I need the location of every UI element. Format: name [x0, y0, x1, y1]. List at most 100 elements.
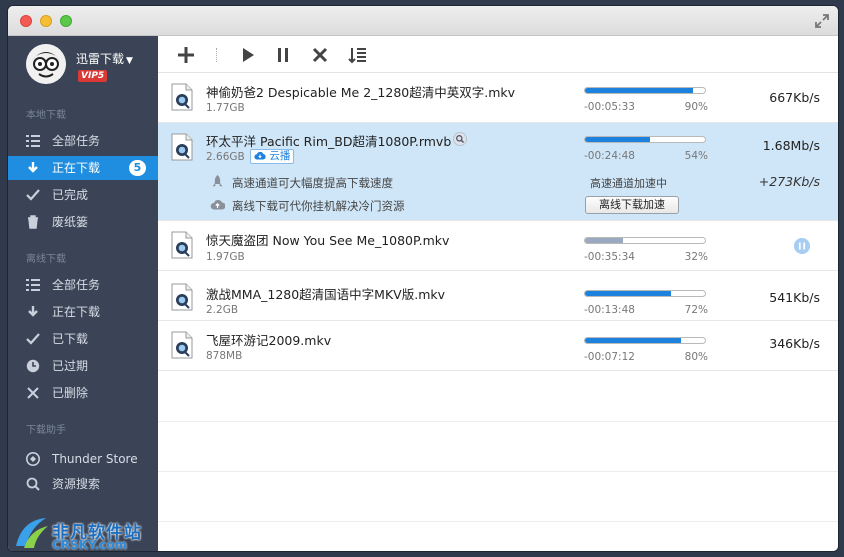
sidebar-item-label: 资源搜索	[52, 477, 101, 491]
empty-row-divider	[158, 421, 838, 422]
download-speed: 541Kb/s	[769, 290, 820, 305]
search-icon	[26, 477, 40, 491]
progress-fill	[585, 88, 693, 93]
video-file-icon	[171, 83, 193, 111]
check-icon	[26, 333, 40, 345]
progress-fill	[585, 137, 650, 142]
time-remaining: -00:35:34	[584, 251, 635, 263]
avatar[interactable]	[26, 44, 66, 84]
sidebar-item-label: 已完成	[52, 188, 89, 202]
watermark-logo-icon	[16, 518, 48, 548]
time-remaining: -00:07:12	[584, 351, 635, 363]
watermark: 非凡软件站 CRSKY.com	[8, 516, 158, 551]
cloud-icon	[254, 151, 266, 160]
x-icon	[27, 387, 39, 399]
progress-bar	[584, 237, 706, 244]
progress-fill	[585, 338, 681, 343]
sidebar-item-resource-search[interactable]: 资源搜索	[8, 472, 158, 496]
task-list-panel: 神偷奶爸2 Despicable Me 2_1280超清中英双字.mkv 1.7…	[158, 36, 838, 551]
sidebar-item-label: 正在下载	[52, 161, 101, 175]
sidebar-item-offline-downloading[interactable]: 正在下载	[8, 300, 158, 324]
chevron-down-icon: ▼	[126, 56, 133, 66]
cloud-play-label: 云播	[269, 150, 291, 162]
delete-button[interactable]	[310, 45, 330, 65]
search-icon[interactable]	[453, 132, 467, 146]
video-file-icon	[171, 331, 193, 359]
fullscreen-icon[interactable]	[814, 13, 830, 29]
file-size: 1.77GB	[206, 102, 245, 114]
percent-complete: 80%	[684, 351, 708, 363]
percent-complete: 32%	[684, 251, 708, 263]
user-menu[interactable]: 迅雷下载 ▼	[76, 50, 133, 67]
video-file-icon	[171, 231, 193, 259]
sort-button[interactable]	[348, 45, 368, 65]
accel-info-text: 高速通道可大幅度提高下载速度	[232, 176, 393, 190]
toolbar-divider	[216, 48, 217, 62]
sidebar-item-local-trash[interactable]: 废纸篓	[8, 210, 158, 234]
download-speed: 667Kb/s	[769, 90, 820, 105]
sidebar: 迅雷下载 ▼ VIP5 本地下载 全部任务 正在下载 5 已完成 废纸篓 离线下载…	[8, 36, 158, 551]
offline-accelerate-button[interactable]: 离线下载加速	[585, 196, 679, 214]
time-remaining: -00:13:48	[584, 304, 635, 316]
progress-fill	[585, 291, 672, 296]
task-row[interactable]: 飞屋环游记2009.mkv 878MB -00:07:12 80% 346Kb/…	[158, 321, 838, 371]
avatar-face-icon	[26, 44, 66, 84]
sidebar-item-offline-deleted[interactable]: 已删除	[8, 381, 158, 405]
sidebar-item-local-completed[interactable]: 已完成	[8, 183, 158, 207]
sidebar-item-offline-all[interactable]: 全部任务	[8, 273, 158, 297]
user-name: 迅雷下载	[76, 52, 125, 66]
progress-fill	[585, 238, 624, 243]
file-name: 惊天魔盗团 Now You See Me_1080P.mkv	[206, 233, 450, 248]
sidebar-item-local-downloading[interactable]: 正在下载 5	[8, 156, 158, 180]
download-arrow-icon	[28, 162, 38, 173]
video-file-icon	[171, 283, 193, 311]
percent-complete: 72%	[684, 304, 708, 316]
empty-row-divider	[158, 471, 838, 472]
sidebar-item-label: 废纸篓	[52, 215, 89, 229]
progress-bar	[584, 87, 706, 94]
section-title-local: 本地下载	[26, 110, 66, 121]
add-task-button[interactable]	[176, 45, 196, 65]
cloud-play-button[interactable]: 云播	[250, 149, 295, 164]
sidebar-item-local-all[interactable]: 全部任务	[8, 129, 158, 153]
task-row[interactable]: 激战MMA_1280超清国语中字MKV版.mkv 2.2GB -00:13:48…	[158, 271, 838, 321]
sidebar-item-label: 全部任务	[52, 134, 101, 148]
task-row-selected[interactable]: 环太平洋 Pacific Rim_BD超清1080P.rmvb 2.66GB 云…	[158, 123, 838, 221]
sidebar-item-label: 已过期	[52, 359, 89, 373]
time-remaining: -00:24:48	[584, 150, 635, 162]
zoom-window-button[interactable]	[60, 15, 72, 27]
toolbar	[158, 36, 838, 73]
percent-complete: 54%	[684, 150, 708, 162]
task-row[interactable]: 神偷奶爸2 Despicable Me 2_1280超清中英双字.mkv 1.7…	[158, 73, 838, 123]
store-icon	[26, 452, 40, 466]
accel-status: 高速通道加速中	[590, 177, 667, 190]
sidebar-item-label: 全部任务	[52, 278, 101, 292]
close-window-button[interactable]	[20, 15, 32, 27]
empty-row-divider	[158, 521, 838, 522]
download-speed: 346Kb/s	[769, 336, 820, 351]
download-arrow-icon	[28, 306, 38, 317]
list-icon	[26, 135, 40, 147]
count-badge: 5	[129, 160, 146, 176]
start-button[interactable]	[238, 45, 258, 65]
download-speed: 1.68Mb/s	[762, 138, 820, 153]
file-name: 飞屋环游记2009.mkv	[206, 333, 332, 348]
sidebar-item-offline-downloaded[interactable]: 已下载	[8, 327, 158, 351]
minimize-window-button[interactable]	[40, 15, 52, 27]
time-remaining: -00:05:33	[584, 101, 635, 113]
sidebar-item-label: 正在下载	[52, 305, 101, 319]
app-window: 迅雷下载 ▼ VIP5 本地下载 全部任务 正在下载 5 已完成 废纸篓 离线下载…	[8, 6, 838, 551]
task-row[interactable]: 惊天魔盗团 Now You See Me_1080P.mkv 1.97GB -0…	[158, 221, 838, 271]
pause-button[interactable]	[273, 45, 293, 65]
sidebar-item-offline-expired[interactable]: 已过期	[8, 354, 158, 378]
sidebar-item-thunder-store[interactable]: Thunder Store	[8, 447, 158, 471]
accel-extra-speed: +273Kb/s	[758, 174, 820, 189]
trash-icon	[28, 215, 38, 229]
sidebar-item-label: 已删除	[52, 386, 89, 400]
percent-complete: 90%	[684, 101, 708, 113]
paused-icon[interactable]	[794, 238, 810, 254]
progress-bar	[584, 136, 706, 143]
clock-icon	[26, 359, 40, 373]
check-icon	[26, 189, 40, 201]
section-title-assist: 下载助手	[26, 425, 66, 436]
